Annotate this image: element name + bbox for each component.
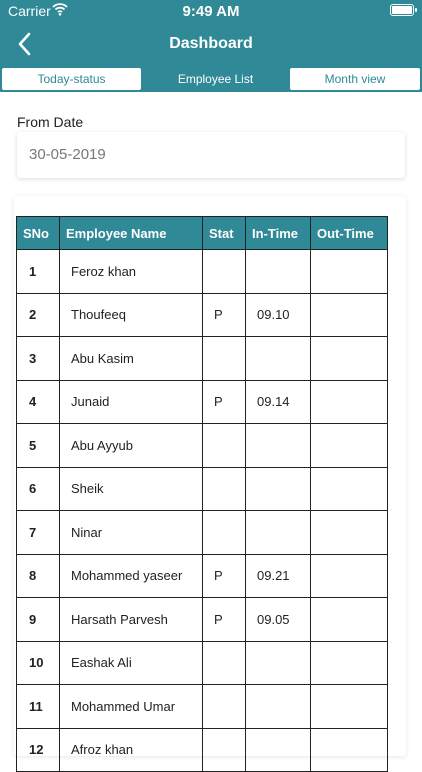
cell-employee-name: Abu Kasim bbox=[59, 336, 203, 381]
cell-employee-name: Ninar bbox=[59, 510, 203, 555]
cell-sno: 11 bbox=[16, 684, 60, 729]
table-row[interactable]: 5 Abu Ayyub bbox=[16, 423, 388, 468]
cell-stat bbox=[202, 640, 246, 685]
cell-sno: 4 bbox=[16, 379, 60, 424]
cell-stat bbox=[202, 510, 246, 555]
cell-sno: 10 bbox=[16, 640, 60, 685]
tab-month-view[interactable]: Month view bbox=[289, 67, 421, 91]
cell-employee-name: Mohammed yaseer bbox=[59, 553, 203, 598]
header-sno: SNo bbox=[16, 216, 60, 250]
table-row[interactable]: 3 Abu Kasim bbox=[16, 336, 388, 381]
cell-out-time bbox=[310, 597, 388, 642]
segment-tabs: Today-status Employee List Month view bbox=[0, 66, 422, 92]
cell-in-time bbox=[245, 423, 311, 468]
cell-sno: 7 bbox=[16, 510, 60, 555]
tab-today-status[interactable]: Today-status bbox=[1, 67, 142, 91]
cell-in-time bbox=[245, 249, 311, 294]
page-title: Dashboard bbox=[169, 35, 253, 52]
cell-in-time: 09.05 bbox=[245, 597, 311, 642]
cell-out-time bbox=[310, 510, 388, 555]
cell-employee-name: Sheik bbox=[59, 466, 203, 511]
cell-out-time bbox=[310, 336, 388, 381]
table-row[interactable]: 2 Thoufeeq P 09.10 bbox=[16, 292, 388, 337]
cell-out-time bbox=[310, 640, 388, 685]
cell-in-time bbox=[245, 640, 311, 685]
cell-employee-name: Feroz khan bbox=[59, 249, 203, 294]
cell-out-time bbox=[310, 292, 388, 337]
table-row[interactable]: 8 Mohammed yaseer P 09.21 bbox=[16, 553, 388, 598]
cell-out-time bbox=[310, 553, 388, 598]
cell-employee-name: Junaid bbox=[59, 379, 203, 424]
cell-employee-name: Thoufeeq bbox=[59, 292, 203, 337]
cell-employee-name: Eashak Ali bbox=[59, 640, 203, 685]
employee-table: SNo Employee Name Stat In-Time Out-Time … bbox=[16, 216, 388, 772]
clock-time: 9:49 AM bbox=[182, 3, 240, 20]
cell-out-time bbox=[310, 423, 388, 468]
header-bar: Carrier 9:49 AM Dashboard Today-status E… bbox=[0, 0, 422, 92]
cell-in-time bbox=[245, 510, 311, 555]
battery-icon bbox=[390, 4, 417, 16]
cell-in-time: 09.14 bbox=[245, 379, 311, 424]
cell-employee-name: Abu Ayyub bbox=[59, 423, 203, 468]
cell-stat bbox=[202, 336, 246, 381]
cell-stat bbox=[202, 684, 246, 729]
cell-out-time bbox=[310, 466, 388, 511]
header-employee-name: Employee Name bbox=[59, 216, 203, 250]
cell-stat bbox=[202, 249, 246, 294]
table-row[interactable]: 6 Sheik bbox=[16, 466, 388, 511]
cell-in-time bbox=[245, 466, 311, 511]
header-stat: Stat bbox=[202, 216, 246, 250]
header-in-time: In-Time bbox=[245, 216, 311, 250]
cell-stat: P bbox=[202, 379, 246, 424]
cell-stat: P bbox=[202, 292, 246, 337]
cell-sno: 6 bbox=[16, 466, 60, 511]
cell-sno: 3 bbox=[16, 336, 60, 381]
cell-sno: 5 bbox=[16, 423, 60, 468]
status-bar: Carrier 9:49 AM bbox=[0, 0, 422, 22]
table-row[interactable]: 7 Ninar bbox=[16, 510, 388, 555]
cell-sno: 8 bbox=[16, 553, 60, 598]
table-row[interactable]: 9 Harsath Parvesh P 09.05 bbox=[16, 597, 388, 642]
table-row[interactable]: 10 Eashak Ali bbox=[16, 640, 388, 685]
cell-in-time bbox=[245, 684, 311, 729]
cell-employee-name: Harsath Parvesh bbox=[59, 597, 203, 642]
cell-sno: 1 bbox=[16, 249, 60, 294]
cell-stat: P bbox=[202, 553, 246, 598]
cell-out-time bbox=[310, 249, 388, 294]
header-out-time: Out-Time bbox=[310, 216, 388, 250]
tab-employee-list[interactable]: Employee List bbox=[143, 67, 288, 91]
from-date-label: From Date bbox=[17, 114, 84, 130]
navigation-bar: Dashboard bbox=[0, 22, 422, 66]
cell-employee-name: Mohammed Umar bbox=[59, 684, 203, 729]
cell-out-time bbox=[310, 684, 388, 729]
cell-stat: P bbox=[202, 597, 246, 642]
cell-out-time bbox=[310, 379, 388, 424]
table-row[interactable]: 4 Junaid P 09.14 bbox=[16, 379, 388, 424]
table-row[interactable]: 1 Feroz khan bbox=[16, 249, 388, 294]
cell-stat bbox=[202, 466, 246, 511]
cell-in-time: 09.21 bbox=[245, 553, 311, 598]
cell-stat bbox=[202, 423, 246, 468]
from-date-field[interactable]: 30-05-2019 bbox=[17, 132, 405, 178]
table-row[interactable]: 11 Mohammed Umar bbox=[16, 684, 388, 729]
battery-level bbox=[392, 6, 412, 14]
cell-in-time bbox=[245, 336, 311, 381]
table-header-row: SNo Employee Name Stat In-Time Out-Time bbox=[16, 216, 388, 250]
cell-sno: 9 bbox=[16, 597, 60, 642]
cell-in-time: 09.10 bbox=[245, 292, 311, 337]
cell-sno: 2 bbox=[16, 292, 60, 337]
